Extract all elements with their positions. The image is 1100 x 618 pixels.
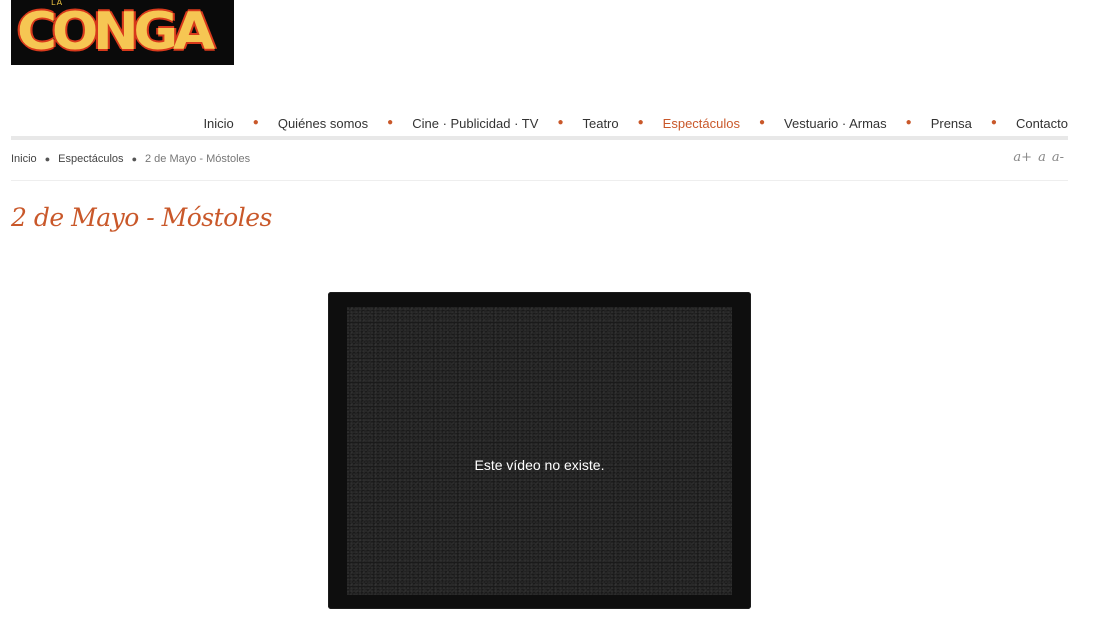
nav-item-contacto[interactable]: Contacto [1016,116,1068,131]
nav-separator-icon: ● [637,117,644,128]
page-title: 2 de Mayo - Móstoles [11,203,272,232]
breadcrumb-separator-icon: ● [131,154,137,164]
video-error-message: Este vídeo no existe. [474,457,605,473]
nav-separator-icon: ● [252,117,259,128]
nav-separator-icon: ● [990,117,997,128]
breadcrumb-divider [11,180,1068,181]
font-increase-button[interactable]: a+ [1013,150,1032,165]
video-player[interactable]: Este vídeo no existe. [328,292,751,609]
nav-separator-icon: ● [759,117,766,128]
font-decrease-button[interactable]: a- [1052,150,1064,165]
breadcrumb-item-current: 2 de Mayo - Móstoles [145,153,251,165]
nav-item-cine-publicidad-tv[interactable]: Cine · Publicidad · TV [412,116,538,131]
font-reset-button[interactable]: a [1038,150,1046,165]
nav-item-teatro[interactable]: Teatro [582,116,618,131]
nav-item-inicio[interactable]: Inicio [203,116,233,131]
nav-separator-icon: ● [557,117,564,128]
main-navigation: Inicio ● Quiénes somos ● Cine · Publicid… [203,116,1068,131]
nav-item-vestuario-armas[interactable]: Vestuario · Armas [784,116,887,131]
site-logo[interactable]: LA CONGA [11,0,234,65]
breadcrumb-item-inicio[interactable]: Inicio [11,153,37,165]
breadcrumb: Inicio ● Espectáculos ● 2 de Mayo - Móst… [11,153,250,165]
nav-separator-icon: ● [387,117,394,128]
font-size-tools: a+ a a- [1007,150,1064,165]
page: LA CONGA Inicio ● Quiénes somos ● Cine ·… [0,0,1100,618]
nav-item-espectaculos[interactable]: Espectáculos [663,116,740,131]
nav-divider [11,136,1068,140]
nav-separator-icon: ● [905,117,912,128]
breadcrumb-item-espectaculos[interactable]: Espectáculos [58,153,123,165]
nav-item-quienes-somos[interactable]: Quiénes somos [278,116,368,131]
breadcrumb-separator-icon: ● [44,154,51,164]
logo-wordmark: CONGA [17,2,215,62]
video-screen[interactable]: Este vídeo no existe. [347,307,732,595]
nav-item-prensa[interactable]: Prensa [931,116,972,131]
